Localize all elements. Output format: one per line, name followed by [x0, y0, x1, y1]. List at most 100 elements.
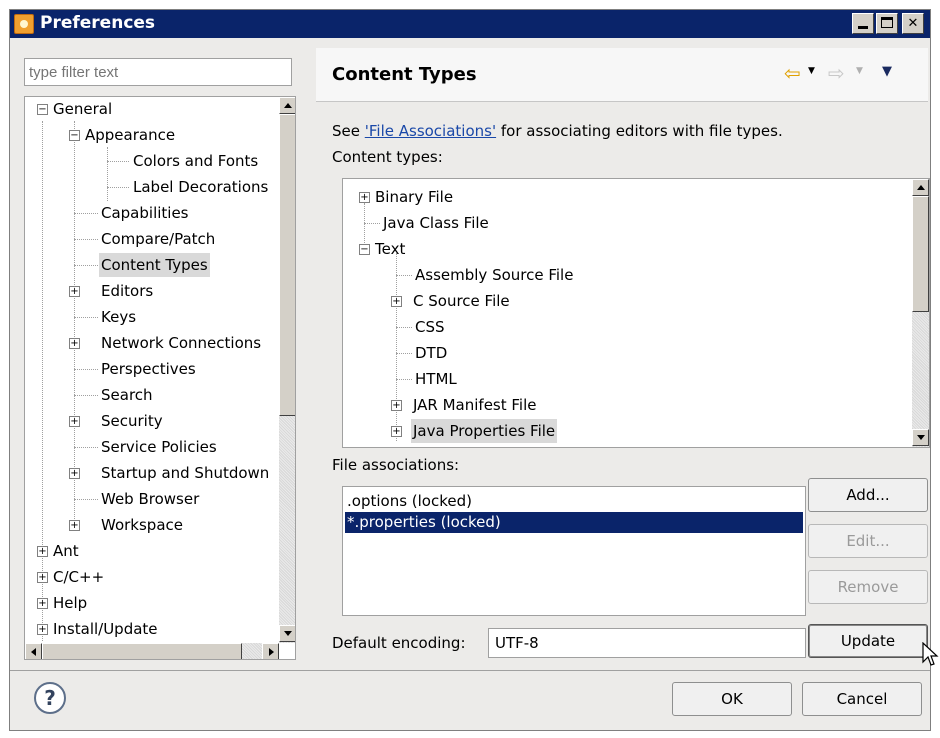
expand-icon[interactable]: +: [391, 426, 402, 437]
update-button[interactable]: Update: [808, 624, 928, 658]
expand-icon[interactable]: +: [359, 192, 370, 203]
scroll-thumb[interactable]: [912, 196, 929, 312]
tree-line: [74, 317, 98, 318]
expand-icon[interactable]: +: [37, 624, 48, 635]
tree-line: [107, 187, 129, 188]
content-types-scrollbar[interactable]: [912, 179, 929, 447]
tree-line: [74, 265, 98, 266]
scroll-up-button[interactable]: [912, 179, 929, 196]
tree-line: [396, 353, 412, 354]
mouse-cursor-icon: [922, 642, 939, 666]
description-suffix: for associating editors with file types.: [496, 122, 783, 140]
scroll-thumb[interactable]: [42, 643, 242, 659]
minimize-button[interactable]: [852, 13, 874, 34]
scroll-down-button[interactable]: [279, 625, 295, 642]
arrow-up-icon: [284, 103, 292, 108]
minimize-icon: [858, 26, 868, 29]
tree-line: [396, 379, 412, 380]
tree-label: CSS: [415, 318, 445, 336]
preferences-tree-viewport: − General − Appearance Colors and Fonts …: [25, 97, 281, 643]
add-button[interactable]: Add...: [808, 478, 928, 512]
tree-label: Appearance: [85, 126, 176, 144]
expand-icon[interactable]: +: [37, 598, 48, 609]
forward-history-icon[interactable]: ▼: [856, 66, 863, 76]
default-encoding-label: Default encoding:: [332, 634, 466, 652]
expand-icon[interactable]: +: [69, 520, 80, 531]
tree-label: Java Properties File: [411, 419, 558, 443]
ok-button[interactable]: OK: [672, 682, 792, 716]
close-button[interactable]: ✕: [902, 13, 924, 34]
help-icon[interactable]: ?: [34, 682, 66, 714]
collapse-icon[interactable]: −: [359, 244, 370, 255]
tree-label: JAR Manifest File: [413, 396, 537, 414]
scroll-down-button[interactable]: [912, 429, 929, 446]
eclipse-icon: [14, 14, 34, 34]
remove-button[interactable]: Remove: [808, 570, 928, 604]
tree-line: [74, 239, 98, 240]
scroll-thumb[interactable]: [279, 114, 295, 416]
maximize-icon: [881, 17, 893, 28]
expand-icon[interactable]: +: [391, 296, 402, 307]
expand-icon[interactable]: +: [69, 416, 80, 427]
title-bar[interactable]: Preferences ✕: [10, 10, 930, 38]
tree-horizontal-scrollbar[interactable]: [25, 643, 279, 659]
view-menu-icon[interactable]: ▼: [882, 64, 892, 79]
collapse-icon[interactable]: −: [69, 130, 80, 141]
back-arrow-icon[interactable]: ⇦: [784, 61, 801, 85]
description-line: See 'File Associations' for associating …: [332, 122, 783, 140]
tree-label: Content Types: [99, 253, 210, 277]
scroll-right-button[interactable]: [262, 643, 279, 659]
tree-label: HTML: [415, 370, 457, 388]
tree-label: Capabilities: [101, 204, 189, 222]
tree-label: Startup and Shutdown: [101, 464, 270, 482]
tree-label: Colors and Fonts: [133, 152, 259, 170]
window-title: Preferences: [40, 13, 156, 33]
tree-label: Perspectives: [101, 360, 196, 378]
file-associations-list: .options (locked) *.properties (locked): [342, 486, 806, 616]
tree-line: [396, 253, 397, 441]
arrow-left-icon: [31, 648, 36, 656]
tree-label: Ant: [53, 542, 79, 560]
expand-icon[interactable]: +: [391, 400, 402, 411]
tree-label: Label Decorations: [133, 178, 269, 196]
expand-icon[interactable]: +: [69, 286, 80, 297]
tree-label: Compare/Patch: [101, 230, 216, 248]
tree-vertical-scrollbar[interactable]: [279, 97, 295, 643]
cancel-button[interactable]: Cancel: [802, 682, 922, 716]
arrow-down-icon: [284, 631, 292, 636]
tree-label: Workspace: [101, 516, 183, 534]
scroll-left-button[interactable]: [25, 643, 42, 659]
back-history-icon[interactable]: ▼: [808, 66, 815, 76]
filter-input[interactable]: [24, 58, 292, 86]
expand-icon[interactable]: +: [37, 572, 48, 583]
tree-line: [74, 499, 98, 500]
file-associations-label: File associations:: [332, 456, 460, 474]
description-prefix: See: [332, 122, 365, 140]
tree-label: Binary File: [375, 188, 454, 206]
edit-button[interactable]: Edit...: [808, 524, 928, 558]
arrow-right-icon: [269, 648, 274, 656]
tree-line: [74, 395, 98, 396]
scroll-up-button[interactable]: [279, 97, 295, 114]
list-item-options[interactable]: .options (locked): [345, 491, 803, 512]
tree-label: DTD: [415, 344, 448, 362]
forward-arrow-icon[interactable]: ⇨: [828, 61, 845, 85]
expand-icon[interactable]: +: [69, 468, 80, 479]
tree-line: [364, 223, 380, 224]
expand-icon[interactable]: +: [37, 546, 48, 557]
tree-label: Help: [53, 594, 88, 612]
default-encoding-field[interactable]: UTF-8: [488, 628, 806, 658]
tree-label: Keys: [101, 308, 137, 326]
expand-icon[interactable]: +: [69, 338, 80, 349]
tree-label: Text: [375, 240, 406, 258]
tree-label: General: [53, 100, 113, 118]
tree-label: Assembly Source File: [415, 266, 574, 284]
page-title: Content Types: [332, 64, 477, 85]
tree-label: Install/Update: [53, 620, 158, 638]
tree-line: [107, 161, 129, 162]
maximize-button[interactable]: [876, 13, 898, 34]
file-associations-link[interactable]: 'File Associations': [365, 122, 496, 140]
arrow-down-icon: [917, 435, 925, 440]
list-item-properties[interactable]: *.properties (locked): [345, 512, 803, 533]
collapse-icon[interactable]: −: [37, 104, 48, 115]
